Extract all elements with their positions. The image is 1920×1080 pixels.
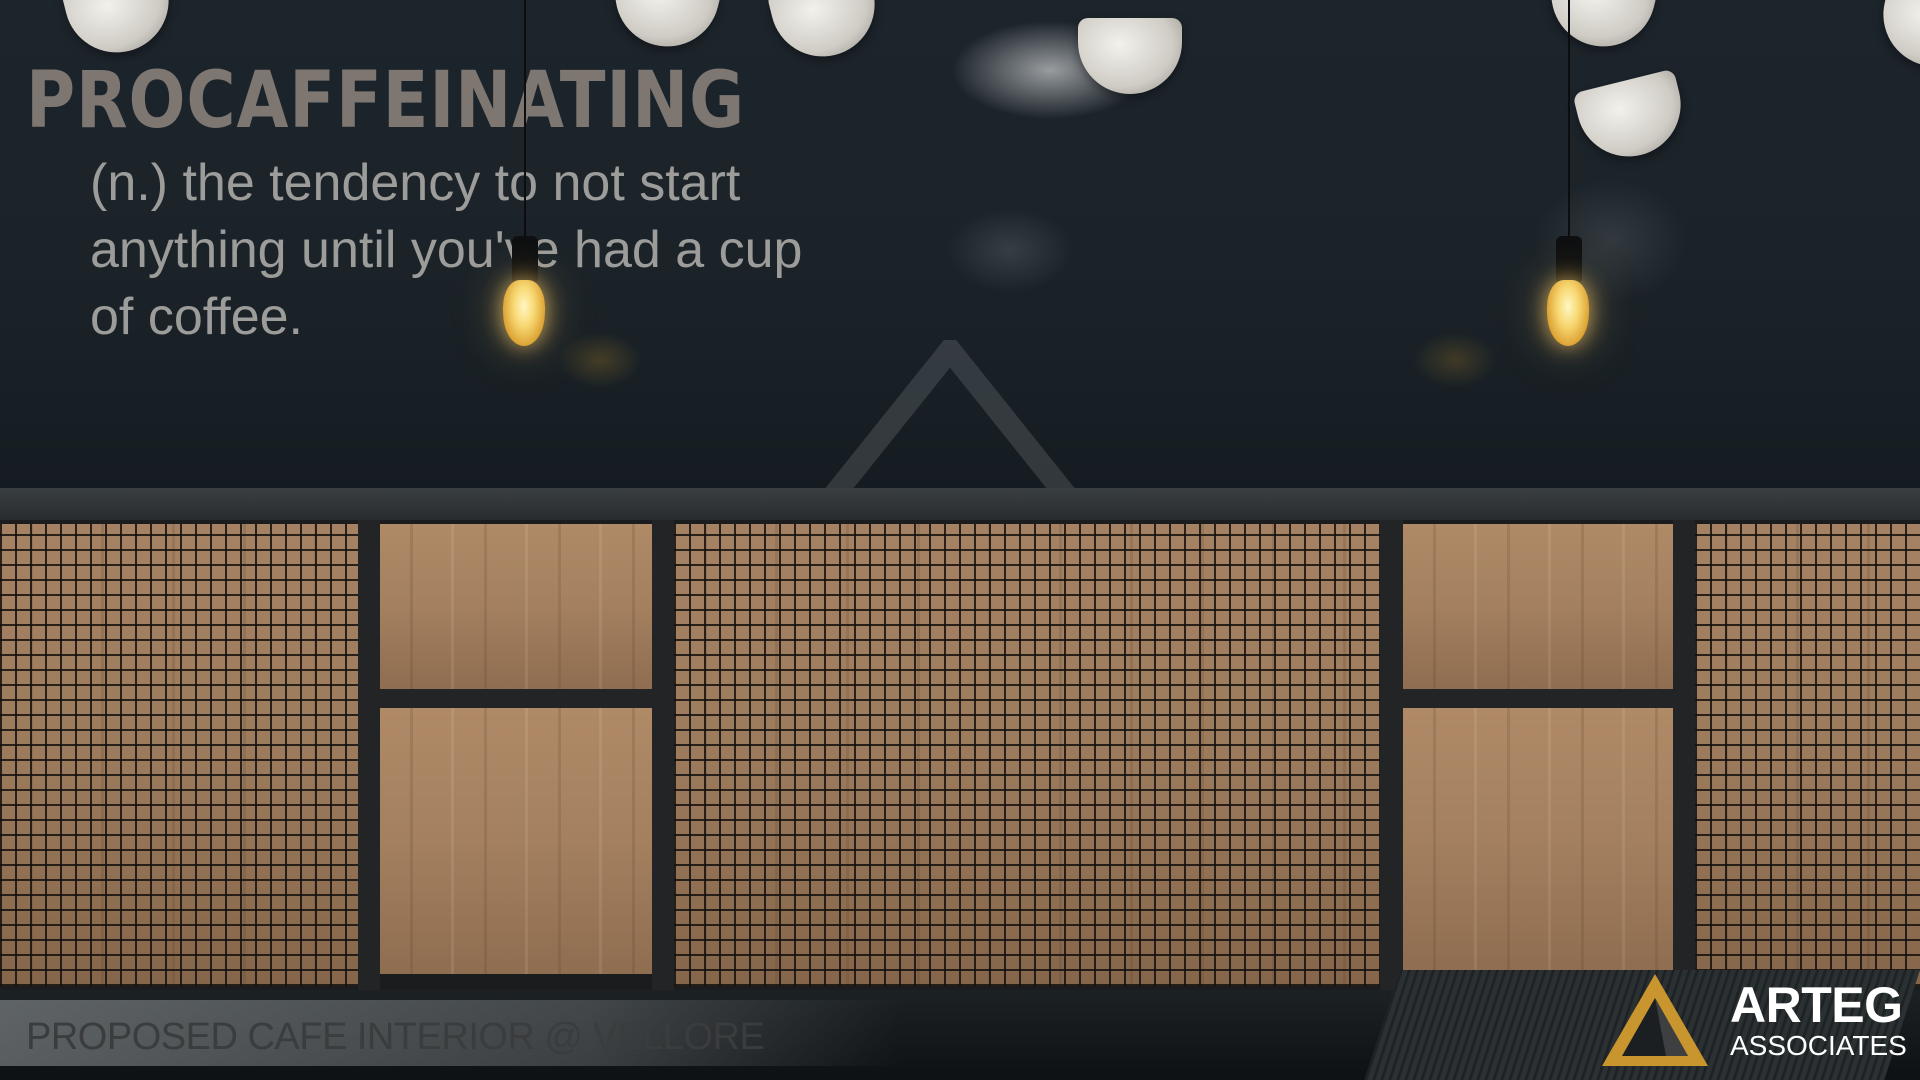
triangle-mark-icon xyxy=(1602,974,1708,1066)
frame-post xyxy=(1380,520,1403,990)
wall-beam xyxy=(0,488,1920,524)
wood-panel xyxy=(380,708,652,974)
wood-panel xyxy=(1403,524,1673,689)
frame-post xyxy=(1673,520,1695,990)
mesh-panel xyxy=(1695,524,1920,986)
lamp-socket xyxy=(512,236,538,282)
wood-panel xyxy=(1403,708,1673,970)
frame-rail xyxy=(380,689,652,708)
edison-bulb xyxy=(503,280,545,346)
lamp-socket xyxy=(1556,236,1582,282)
frame-post xyxy=(358,520,380,990)
cafe-interior-render: PROCAFFEINATING (n.) the tendency to not… xyxy=(0,0,1920,1080)
mesh-panel xyxy=(674,524,1380,986)
caption-text: PROPOSED CAFE INTERIOR @ VELLORE xyxy=(26,1016,765,1058)
edison-bulb xyxy=(1547,280,1589,346)
wall-definition: (n.) the tendency to not start anything … xyxy=(90,154,803,346)
frame-rail xyxy=(1403,689,1673,708)
lamp-cord xyxy=(1568,0,1570,236)
logo-subtitle: ASSOCIATES xyxy=(1730,1030,1907,1061)
wall-title: PROCAFFEINATING xyxy=(26,56,746,146)
wood-panel xyxy=(380,524,652,689)
mesh-panel xyxy=(0,524,358,986)
logo-name: ARTEG xyxy=(1730,977,1903,1033)
frame-post xyxy=(652,520,674,990)
lamp-cord xyxy=(524,0,526,236)
